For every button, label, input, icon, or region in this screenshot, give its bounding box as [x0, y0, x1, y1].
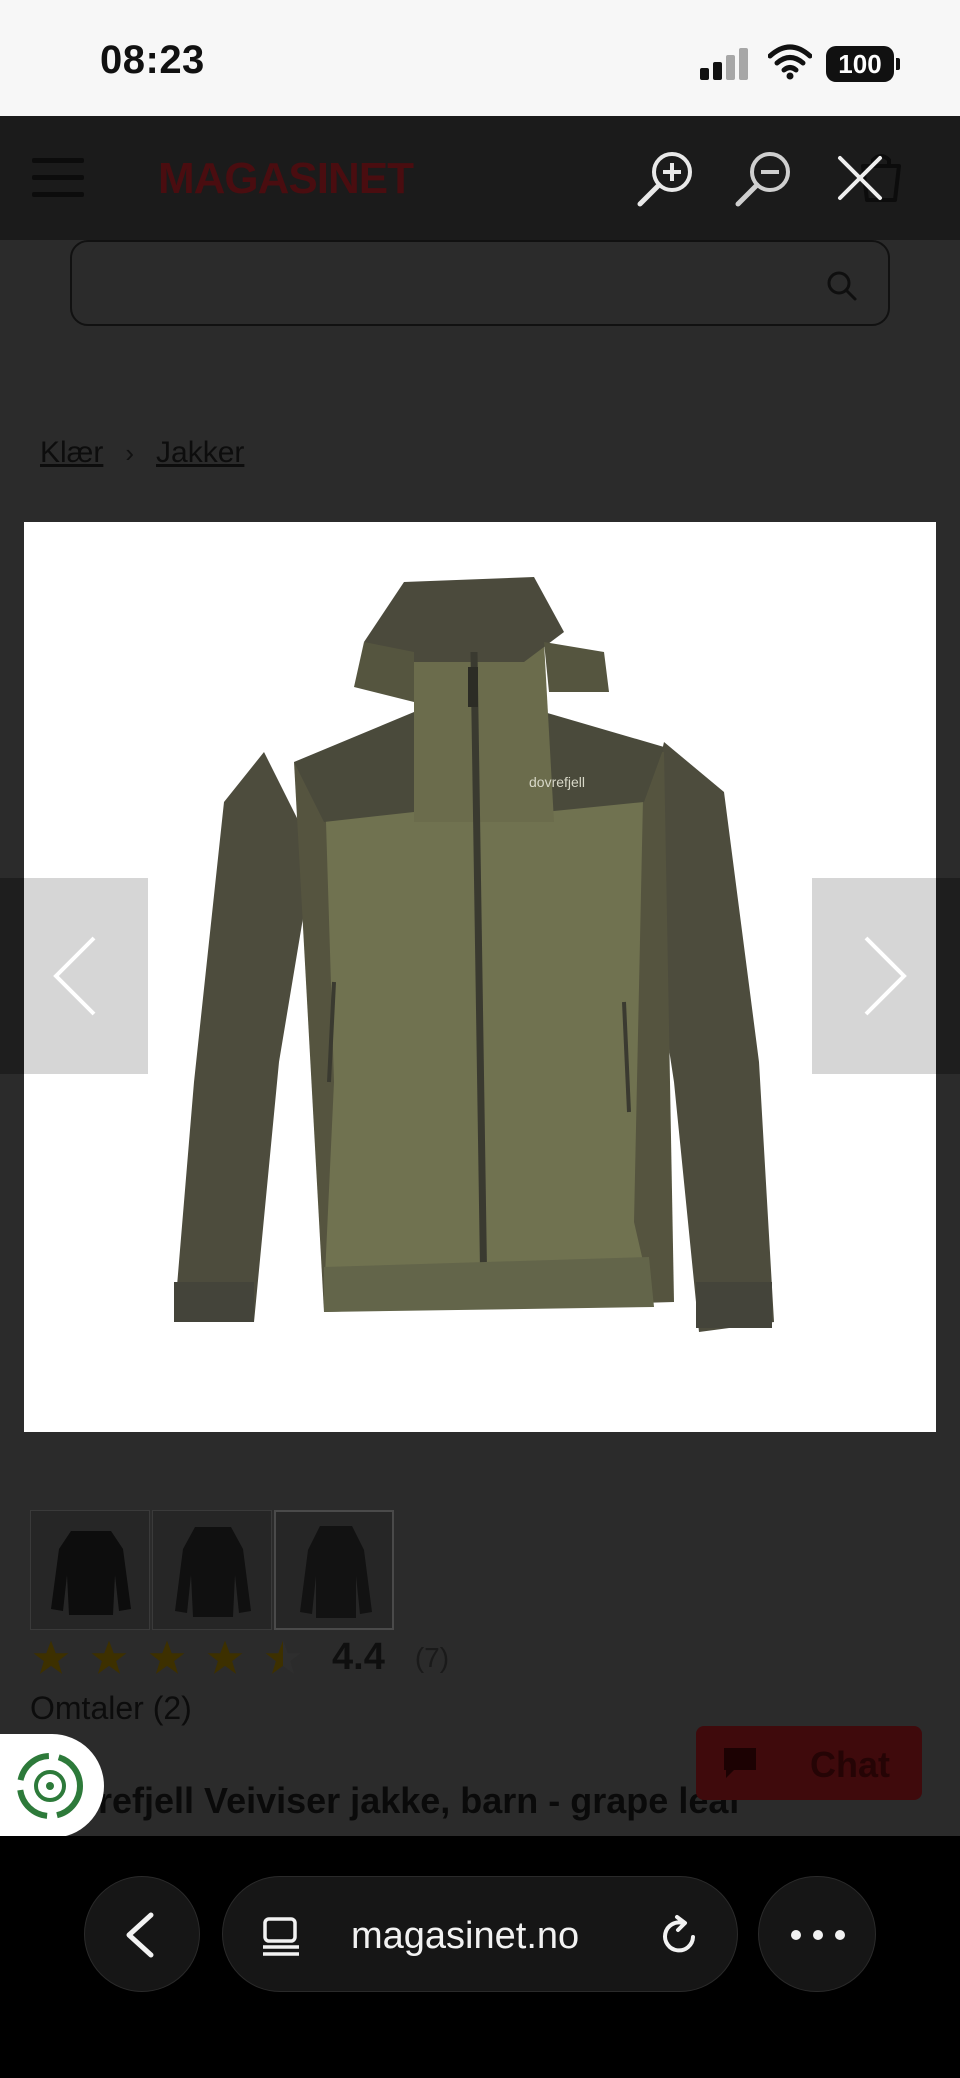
breadcrumb-item-jakker[interactable]: Jakker: [156, 436, 244, 470]
recycle-badge[interactable]: [0, 1734, 104, 1838]
tabs-icon: [263, 1917, 299, 1956]
jacket-thumbnail-image: [300, 1526, 372, 1618]
recycle-icon: [17, 1753, 83, 1819]
product-rating[interactable]: 4.4 (7): [32, 1636, 449, 1679]
jacket-image: dovrefjell: [174, 577, 774, 1332]
dot-icon: [835, 1930, 845, 1940]
search-input[interactable]: [70, 240, 890, 326]
status-time: 08:23: [100, 38, 205, 82]
close-icon[interactable]: [828, 146, 892, 210]
reviews-link[interactable]: Omtaler (2): [30, 1690, 192, 1727]
breadcrumb-item-klaer[interactable]: Klær: [40, 436, 103, 470]
chevron-left-icon: [126, 1912, 154, 1958]
chevron-right-icon: ›: [125, 437, 135, 468]
product-image[interactable]: dovrefjell: [24, 522, 936, 1432]
wifi-icon: [768, 44, 812, 80]
gallery-next-button[interactable]: [812, 878, 936, 1074]
thumbnail-3[interactable]: [274, 1510, 394, 1630]
more-options-button[interactable]: [758, 1876, 876, 1992]
star-half-icon: [265, 1640, 301, 1674]
gallery-prev-button[interactable]: [24, 878, 148, 1074]
gallery-edge-right: [936, 878, 960, 1074]
jacket-brand-label: dovrefjell: [529, 774, 585, 790]
browser-toolbar: magasinet.no: [0, 1836, 960, 2078]
zoom-out-icon[interactable]: [732, 146, 796, 210]
thumbnail-1[interactable]: [30, 1510, 150, 1630]
star-icon: [207, 1640, 243, 1674]
breadcrumb: Klær › Jakker: [40, 436, 244, 470]
chat-label: Chat: [810, 1744, 890, 1785]
chevron-left-icon: [53, 936, 96, 1016]
dot-icon: [791, 1930, 801, 1940]
back-button[interactable]: [84, 1876, 200, 1992]
star-icon: [149, 1640, 185, 1674]
url-text: magasinet.no: [351, 1915, 580, 1957]
star-icon: [33, 1640, 69, 1674]
jacket-thumbnail-image: [51, 1531, 131, 1615]
gallery-edge-left: [0, 878, 24, 1074]
thumbnail-strip: [30, 1510, 394, 1630]
dot-icon: [813, 1930, 823, 1940]
address-bar[interactable]: magasinet.no: [222, 1876, 738, 1992]
product-title: Dovrefjell Veiviser jakke, barn - grape …: [30, 1780, 741, 1821]
reload-icon[interactable]: [657, 1913, 701, 1957]
hamburger-icon[interactable]: [32, 158, 84, 198]
site-logo[interactable]: MAGASINET: [158, 154, 414, 204]
search-icon[interactable]: [826, 270, 858, 302]
signal-icon: [700, 48, 750, 80]
chevron-right-icon: [864, 936, 907, 1016]
thumbnail-2[interactable]: [152, 1510, 272, 1630]
status-bar: 08:23 100: [0, 0, 960, 116]
star-icon: [91, 1640, 127, 1674]
site-header: MAGASINET: [0, 116, 960, 240]
battery-indicator: 100: [826, 46, 900, 82]
zoom-in-icon[interactable]: [634, 146, 698, 210]
chat-button[interactable]: Chat: [696, 1726, 922, 1800]
chat-bubble-icon: [724, 1748, 756, 1778]
rating-count: (7): [414, 1641, 450, 1673]
rating-value: 4.4: [332, 1636, 385, 1678]
jacket-thumbnail-image: [175, 1527, 251, 1617]
